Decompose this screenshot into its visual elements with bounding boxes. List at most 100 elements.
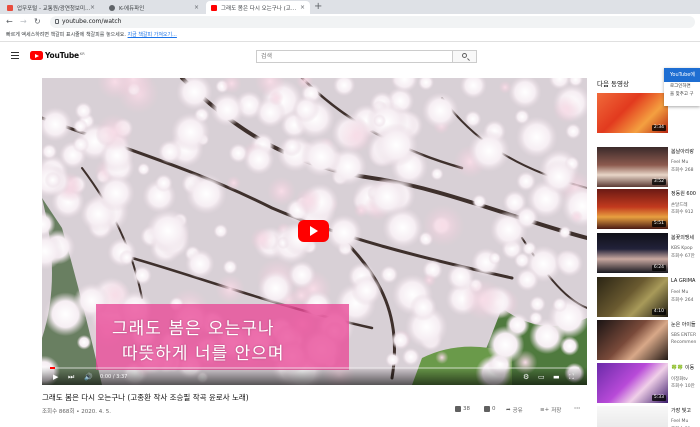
- tab-label: 그래도 봄은 다시 오는구나 (고…: [221, 5, 297, 12]
- sidebar-item-title[interactable]: 가장 빛고: [671, 407, 691, 414]
- theater-mode-icon[interactable]: ▬: [553, 373, 560, 381]
- youtube-logo[interactable]: YouTube KR: [30, 51, 85, 60]
- sidebar-item-title[interactable]: 🍀🍀 이동: [671, 364, 694, 371]
- logo-region: KR: [79, 51, 85, 56]
- sidebar-item-title[interactable]: 봄꽃의맹세: [671, 234, 694, 241]
- close-icon[interactable]: ×: [90, 4, 95, 11]
- back-arrow-icon[interactable]: ←: [6, 16, 13, 28]
- thumbs-down-icon: [484, 406, 490, 412]
- tab-label: 업무포털 - 교통원/광연청보미…: [17, 5, 91, 12]
- save-button[interactable]: ≡+ 저장: [540, 406, 561, 414]
- caption-line-1: 그래도 봄은 오는구나: [112, 319, 275, 339]
- fullscreen-icon[interactable]: ⛶: [569, 373, 574, 381]
- miniplayer-icon[interactable]: ▭: [538, 373, 545, 381]
- thumbs-up-icon: [455, 406, 461, 412]
- sidebar-item-channel: 손달드레: [671, 203, 688, 208]
- duration-badge: 4:10: [651, 309, 666, 315]
- lock-icon: [55, 19, 59, 24]
- address-bar[interactable]: youtube.com/watch: [50, 16, 695, 28]
- new-tab-button[interactable]: +: [314, 1, 322, 13]
- sidebar-item-views: 조회수 10만: [671, 384, 695, 389]
- tab-label: K-에듀파인: [119, 5, 145, 12]
- sidebar-item-views: 조회수 912: [671, 210, 694, 215]
- logo-text: YouTube: [45, 51, 79, 60]
- import-bookmarks-link[interactable]: 지금 책갈피 가져오기...: [128, 32, 177, 38]
- progress-fill: [50, 367, 56, 369]
- save-playlist-icon: ≡+: [540, 407, 550, 413]
- duration-badge: 2:34: [651, 125, 666, 131]
- search-input[interactable]: [257, 51, 453, 62]
- progress-bar[interactable]: [50, 367, 579, 369]
- dislike-button[interactable]: 0: [482, 406, 496, 412]
- share-icon: ➦: [506, 407, 511, 413]
- sidebar-thumbnail[interactable]: 3:52: [597, 147, 668, 187]
- next-icon[interactable]: ⏭: [68, 373, 74, 381]
- sidebar-item-channel: Feel Mu: [671, 160, 689, 165]
- sidebar-thumbnail[interactable]: 4:10: [597, 277, 668, 317]
- like-count: 38: [463, 406, 470, 412]
- signin-popup-line2: 을 맞추고 구: [670, 92, 694, 97]
- sidebar-thumbnail[interactable]: 5:51: [597, 189, 668, 229]
- caption-line-2: 따뜻하게 너를 안으며: [122, 344, 285, 364]
- sidebar-item-views: 조회수 268: [671, 168, 694, 173]
- reload-icon[interactable]: ↻: [34, 16, 41, 28]
- sidebar-thumbnail[interactable]: 5:33: [597, 363, 668, 403]
- duration-badge: 3:52: [651, 179, 666, 185]
- video-player[interactable]: 그래도 봄은 오는구나 따뜻하게 너를 안으며 ▶ ⏭ 🔊 0:00 / 3:3…: [42, 78, 587, 385]
- sidebar-item-title[interactable]: 정동원 600: [671, 190, 696, 197]
- settings-gear-icon[interactable]: ⚙: [523, 373, 529, 381]
- save-label: 저장: [551, 408, 562, 414]
- address-bar-row: ← → ↻ youtube.com/watch: [0, 14, 700, 30]
- more-actions-button[interactable]: ···: [574, 406, 580, 412]
- sidebar-item-channel: Feel Mu: [671, 290, 689, 295]
- sidebar-item-channel: SBS ENTER: [671, 333, 697, 338]
- bookmark-bar: 빠르게 액세스하려면 책갈피 표시줄에 책갈피를 놓으세요. 지금 책갈피 가져…: [0, 30, 700, 42]
- sidebar-thumbnail[interactable]: 6:24: [597, 233, 668, 273]
- browser-tab-youtube[interactable]: 그래도 봄은 다시 오는구나 (고… ×: [206, 1, 310, 14]
- sidebar-item-title[interactable]: LA GRIMA: [671, 278, 695, 284]
- sidebar-item-views: 조회수 264: [671, 298, 694, 303]
- duration-badge: 5:33: [651, 395, 666, 401]
- forward-arrow-icon[interactable]: →: [20, 16, 27, 28]
- sidebar-item-title[interactable]: 눈은 아이들: [671, 321, 696, 328]
- browser-tab-portal[interactable]: 업무포털 - 교통원/광연청보미… ×: [2, 1, 100, 14]
- address-url: youtube.com/watch: [62, 18, 122, 25]
- sidebar-thumbnail[interactable]: 2:34: [597, 93, 668, 133]
- youtube-favicon-icon: [211, 4, 217, 11]
- sidebar-item-channel: Feel Mu: [671, 419, 689, 424]
- signin-popup[interactable]: YouTube에 로그인하면 을 맞추고 구: [664, 68, 700, 106]
- browser-tab-strip: 업무포털 - 교통원/광연청보미… × K-에듀파인 × 그래도 봄은 다시 오…: [0, 0, 700, 14]
- globe-favicon-icon: [109, 4, 115, 11]
- sidebar-item-views: Recommen: [671, 340, 697, 345]
- large-play-button[interactable]: [298, 220, 329, 242]
- search-box: [256, 50, 477, 63]
- browser-tab-edufine[interactable]: K-에듀파인 ×: [104, 1, 204, 14]
- close-icon[interactable]: ×: [300, 4, 305, 11]
- video-title: 그래도 봄은 다시 오는구나 (고종환 작사 조승필 작곡 윤로사 노래): [42, 393, 249, 402]
- video-views-date: 조회수 868회 • 2020. 4. 5.: [42, 409, 111, 415]
- search-icon: [462, 53, 467, 58]
- youtube-play-logo-icon: [30, 51, 43, 60]
- sidebar-item-channel: KBS Kpop: [671, 246, 693, 251]
- volume-icon[interactable]: 🔊: [84, 373, 93, 381]
- bookmark-notice: 빠르게 액세스하려면 책갈피 표시줄에 책갈피를 놓으세요.: [6, 32, 126, 38]
- search-button[interactable]: [452, 51, 476, 62]
- sidebar-thumbnail[interactable]: [597, 320, 668, 360]
- sidebar-item-channel: 이정화tv: [671, 377, 688, 382]
- close-icon[interactable]: ×: [194, 4, 199, 11]
- sidebar-thumbnail[interactable]: [597, 406, 668, 427]
- hamburger-menu-icon[interactable]: [11, 52, 19, 59]
- up-next-heading: 다음 동영상: [597, 80, 629, 88]
- duration-badge: 6:24: [651, 265, 666, 271]
- signin-popup-line1: 로그인하면: [670, 84, 691, 89]
- screen: 업무포털 - 교통원/광연청보미… × K-에듀파인 × 그래도 봄은 다시 오…: [0, 0, 700, 427]
- duration-badge: 5:51: [651, 221, 666, 227]
- like-button[interactable]: 38: [453, 406, 470, 412]
- portal-favicon-icon: [7, 4, 13, 11]
- dislike-count: 0: [492, 406, 496, 412]
- time-display: 0:00 / 3:37: [100, 374, 128, 380]
- sidebar-item-title[interactable]: 봄날아리랑: [671, 148, 694, 155]
- signin-popup-title: YouTube에: [664, 68, 700, 82]
- share-button[interactable]: ➦ 공유: [506, 406, 523, 414]
- play-icon[interactable]: ▶: [53, 373, 58, 381]
